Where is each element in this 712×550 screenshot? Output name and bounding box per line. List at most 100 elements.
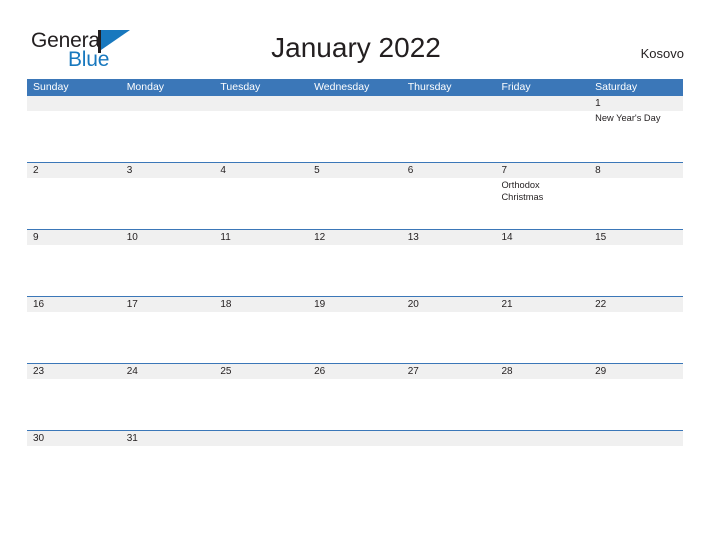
calendar-day-cell[interactable]: 21 bbox=[495, 297, 590, 363]
day-number-band bbox=[308, 163, 402, 178]
day-events: New Year's Day bbox=[595, 113, 680, 125]
day-number: 25 bbox=[220, 366, 232, 377]
calendar-day-cell[interactable]: 2 bbox=[27, 163, 121, 229]
calendar-day-cell[interactable]: 26 bbox=[308, 364, 402, 430]
day-number: 14 bbox=[501, 232, 513, 243]
calendar-day-cell-empty[interactable] bbox=[495, 431, 590, 498]
calendar-day-cell[interactable]: 29 bbox=[589, 364, 683, 430]
calendar-day-cell-empty[interactable] bbox=[214, 96, 309, 162]
calendar-day-cell[interactable]: 24 bbox=[120, 364, 215, 430]
day-number: 7 bbox=[501, 165, 507, 176]
calendar-day-cell-empty[interactable] bbox=[401, 96, 496, 162]
event-label: Orthodox bbox=[501, 180, 540, 190]
day-number-band bbox=[27, 163, 121, 178]
calendar-day-cell-empty[interactable] bbox=[120, 96, 215, 162]
calendar-day-cell[interactable]: 28 bbox=[495, 364, 590, 430]
calendar-day-cell-empty[interactable] bbox=[495, 96, 590, 162]
calendar-day-cell-empty[interactable] bbox=[308, 96, 402, 162]
calendar-day-cell[interactable]: 13 bbox=[401, 230, 496, 296]
day-number-band bbox=[27, 230, 121, 245]
day-number: 18 bbox=[220, 299, 232, 310]
day-number-band bbox=[401, 431, 496, 446]
calendar-day-cell[interactable]: 17 bbox=[120, 297, 215, 363]
day-number: 17 bbox=[126, 299, 138, 310]
calendar-week-row: 16 17 18 19 20 21 22 bbox=[27, 297, 683, 364]
calendar-week-row: 1 New Year's Day bbox=[27, 96, 683, 163]
day-number-band bbox=[589, 163, 683, 178]
day-number: 19 bbox=[314, 299, 326, 310]
weekday-header-monday: Monday bbox=[126, 81, 165, 93]
calendar-day-cell-empty[interactable] bbox=[401, 431, 496, 498]
calendar-day-cell[interactable]: 10 bbox=[120, 230, 215, 296]
region-label: Kosovo bbox=[640, 46, 684, 61]
calendar-grid: Sunday Monday Tuesday Wednesday Thursday Frid… bbox=[27, 79, 683, 498]
calendar-week-row: 30 31 bbox=[27, 431, 683, 498]
calendar-day-cell[interactable]: 31 bbox=[120, 431, 215, 498]
calendar-day-cell[interactable]: 15 bbox=[589, 230, 683, 296]
day-number: 6 bbox=[407, 165, 414, 176]
day-number-band bbox=[495, 96, 590, 111]
calendar-day-cell[interactable]: 22 bbox=[589, 297, 683, 363]
calendar-weeks: 1 New Year's Day 2 3 4 5 6 7 Orthodox Christmas 8 9… bbox=[27, 96, 683, 498]
day-number-band bbox=[214, 431, 309, 446]
day-number: 28 bbox=[501, 366, 513, 377]
day-number: 10 bbox=[126, 232, 138, 243]
calendar-day-cell[interactable]: 16 bbox=[27, 297, 121, 363]
calendar-day-cell[interactable]: 7 Orthodox Christmas bbox=[495, 163, 590, 229]
day-number-band bbox=[120, 163, 215, 178]
calendar-day-cell[interactable]: 12 bbox=[308, 230, 402, 296]
day-number-band bbox=[401, 163, 496, 178]
calendar-day-cell[interactable]: 18 bbox=[214, 297, 309, 363]
day-number: 2 bbox=[33, 165, 39, 176]
day-number-band bbox=[589, 431, 683, 446]
day-number-band bbox=[589, 96, 683, 111]
calendar-day-cell[interactable]: 3 bbox=[120, 163, 215, 229]
weekday-header-sunday: Sunday bbox=[33, 81, 69, 93]
calendar-day-cell[interactable]: 14 bbox=[495, 230, 590, 296]
calendar-day-cell[interactable]: 20 bbox=[401, 297, 496, 363]
calendar-day-cell[interactable]: 25 bbox=[214, 364, 309, 430]
calendar-page: General Blue January 2022 Kosovo Sunday M… bbox=[0, 0, 712, 550]
calendar-day-cell[interactable]: 23 bbox=[27, 364, 121, 430]
day-number-band bbox=[308, 96, 402, 111]
calendar-day-cell[interactable]: 9 bbox=[27, 230, 121, 296]
day-number: 24 bbox=[126, 366, 138, 377]
day-number-band bbox=[120, 96, 215, 111]
weekday-header-saturday: Saturday bbox=[595, 81, 638, 93]
calendar-week-row: 2 3 4 5 6 7 Orthodox Christmas 8 bbox=[27, 163, 683, 230]
day-number: 31 bbox=[126, 433, 138, 444]
weekday-header-friday: Friday bbox=[501, 81, 531, 93]
calendar-day-cell[interactable]: 30 bbox=[27, 431, 121, 498]
day-number-band bbox=[495, 431, 590, 446]
calendar-day-cell[interactable]: 11 bbox=[214, 230, 309, 296]
page-title: January 2022 bbox=[271, 32, 441, 63]
calendar-week-row: 9 10 11 12 13 14 15 bbox=[27, 230, 683, 297]
calendar-day-cell[interactable]: 8 bbox=[589, 163, 683, 229]
day-number-band bbox=[214, 163, 309, 178]
calendar-day-cell[interactable]: 1 New Year's Day bbox=[589, 96, 683, 162]
calendar-day-cell-empty[interactable] bbox=[589, 431, 683, 498]
day-number: 29 bbox=[595, 366, 607, 377]
weekday-header-thursday: Thursday bbox=[407, 81, 452, 93]
day-number-band bbox=[401, 96, 496, 111]
event-label: New Year's Day bbox=[595, 113, 661, 123]
calendar-day-cell[interactable]: 6 bbox=[401, 163, 496, 229]
day-number: 15 bbox=[595, 232, 607, 243]
weekday-header-row: Sunday Monday Tuesday Wednesday Thursday Frid… bbox=[27, 79, 683, 96]
calendar-day-cell[interactable]: 5 bbox=[308, 163, 402, 229]
calendar-day-cell-empty[interactable] bbox=[308, 431, 402, 498]
calendar-day-cell-empty[interactable] bbox=[214, 431, 309, 498]
calendar-day-cell[interactable]: 27 bbox=[401, 364, 496, 430]
day-number: 27 bbox=[407, 366, 419, 377]
calendar-week-row: 23 24 25 26 27 28 29 bbox=[27, 364, 683, 431]
day-number: 30 bbox=[33, 433, 45, 444]
weekday-header-wednesday: Wednesday bbox=[314, 81, 370, 93]
calendar-day-cell-empty[interactable] bbox=[27, 96, 121, 162]
weekday-header-tuesday: Tuesday bbox=[220, 81, 261, 93]
calendar-day-cell[interactable]: 19 bbox=[308, 297, 402, 363]
day-number: 26 bbox=[314, 366, 326, 377]
calendar-day-cell[interactable]: 4 bbox=[214, 163, 309, 229]
day-number: 4 bbox=[220, 165, 226, 176]
day-number: 1 bbox=[595, 98, 601, 109]
day-number: 16 bbox=[33, 299, 45, 310]
